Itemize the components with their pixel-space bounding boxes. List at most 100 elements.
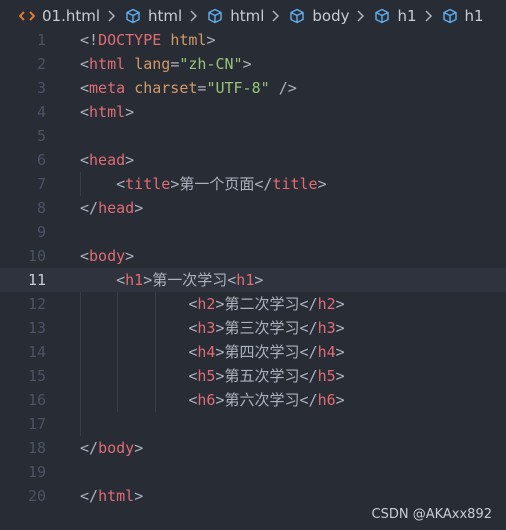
code-token: 第一次学习 [152,271,228,289]
chevron-right-icon [425,10,433,22]
element-cube-icon [206,7,224,25]
code-line[interactable]: 1 <!DOCTYPE html> [0,28,506,52]
code-token: > [170,175,180,193]
code-token: 第六次学习 [224,391,300,409]
line-number: 7 [36,175,46,193]
code-token: lang [134,55,171,73]
breadcrumb-item-h1-2[interactable]: h1 [441,7,484,25]
code-token: "UTF-8" [206,79,270,97]
code-token: < [80,151,90,169]
code-token: h6 [197,391,216,409]
code-token: DOCTYPE [98,31,162,49]
code-line[interactable]: 10 <body> [0,244,506,268]
code-line[interactable]: 11 <h1>第一次学习<h1> [0,268,506,292]
code-token: < [80,79,90,97]
breadcrumb-item-body[interactable]: body [288,7,349,25]
code-token: </ [299,295,318,313]
code-token: h1 [236,271,255,289]
code-line[interactable]: 4 <html> [0,100,506,124]
breadcrumb-item-html[interactable]: html [124,7,182,25]
code-token: </ [80,439,99,457]
code-token: charset [134,79,198,97]
code-token: html [98,487,135,505]
code-line[interactable]: 16 <h6>第六次学习</h6> [0,388,506,412]
code-editor[interactable]: 1 <!DOCTYPE html> 2 <html lang="zh-CN"> 3 <me… [0,28,506,508]
breadcrumb-item-h1[interactable]: h1 [373,7,417,25]
code-token: > [143,271,153,289]
code-line[interactable]: 5 [0,124,506,148]
code-token: > [206,31,216,49]
line-number: 19 [27,463,46,481]
breadcrumb-label: html [148,7,183,25]
breadcrumb-file[interactable]: 01.html [18,7,100,25]
code-token: > [242,55,252,73]
element-cube-icon [373,7,391,25]
code-token: < [116,271,126,289]
code-line[interactable]: 18 </body> [0,436,506,460]
code-line[interactable]: 17 [0,412,506,436]
code-token: > [134,439,144,457]
code-token: html [170,31,207,49]
code-token: h5 [317,367,336,385]
code-token: > [335,367,345,385]
code-token: > [215,367,225,385]
breadcrumb-label: h1 [464,7,484,25]
code-token: 第四次学习 [224,343,300,361]
line-number: 12 [27,295,46,313]
code-token: < [80,247,90,265]
code-line[interactable]: 14 <h4>第四次学习</h4> [0,340,506,364]
code-line[interactable]: 8 </head> [0,196,506,220]
code-line[interactable]: 19 [0,460,506,484]
code-token: > [125,151,135,169]
code-line[interactable]: 12 <h2>第二次学习</h2> [0,292,506,316]
code-line[interactable]: 3 <meta charset="UTF-8" /> [0,76,506,100]
code-line[interactable]: 13 <h3>第三次学习</h3> [0,316,506,340]
breadcrumb-label: body [312,7,350,25]
code-token: h3 [317,319,336,337]
code-line[interactable]: 20 </html> [0,484,506,508]
code-token: </ [80,199,99,217]
code-line[interactable]: 2 <html lang="zh-CN"> [0,52,506,76]
line-number: 6 [36,151,46,169]
line-content: <head> [80,148,134,172]
line-content: <h2>第二次学习</h2> [80,292,344,316]
breadcrumb-item-html-2[interactable]: html [206,7,264,25]
code-token: > [335,391,345,409]
code-line[interactable]: 9 [0,220,506,244]
line-content: <!DOCTYPE html> [80,28,215,52]
chevron-right-icon [357,10,365,22]
breadcrumb-file-label: 01.html [42,7,101,25]
line-content: <title>第一个页面</title> [80,172,327,196]
code-token: h2 [317,295,336,313]
code-token: > [134,487,144,505]
line-number: 10 [27,247,46,265]
code-token: h1 [125,271,144,289]
line-content: <h4>第四次学习</h4> [80,340,344,364]
code-token: html [89,103,126,121]
code-line[interactable]: 15 <h5>第五次学习</h5> [0,364,506,388]
code-token: > [317,175,327,193]
line-number: 4 [36,103,46,121]
code-token: < [80,55,90,73]
code-token: title [272,175,318,193]
element-cube-icon [441,7,459,25]
code-token: body [98,439,135,457]
code-token: < [80,103,90,121]
code-token: </ [299,391,318,409]
line-content: <body> [80,244,134,268]
code-line[interactable]: 6 <head> [0,148,506,172]
code-line[interactable]: 7 <title>第一个页面</title> [0,172,506,196]
chevron-right-icon [272,10,280,22]
line-number: 5 [36,127,46,145]
code-token: /> [278,79,297,97]
line-number: 18 [27,439,46,457]
line-number: 13 [27,319,46,337]
code-token: h6 [317,391,336,409]
